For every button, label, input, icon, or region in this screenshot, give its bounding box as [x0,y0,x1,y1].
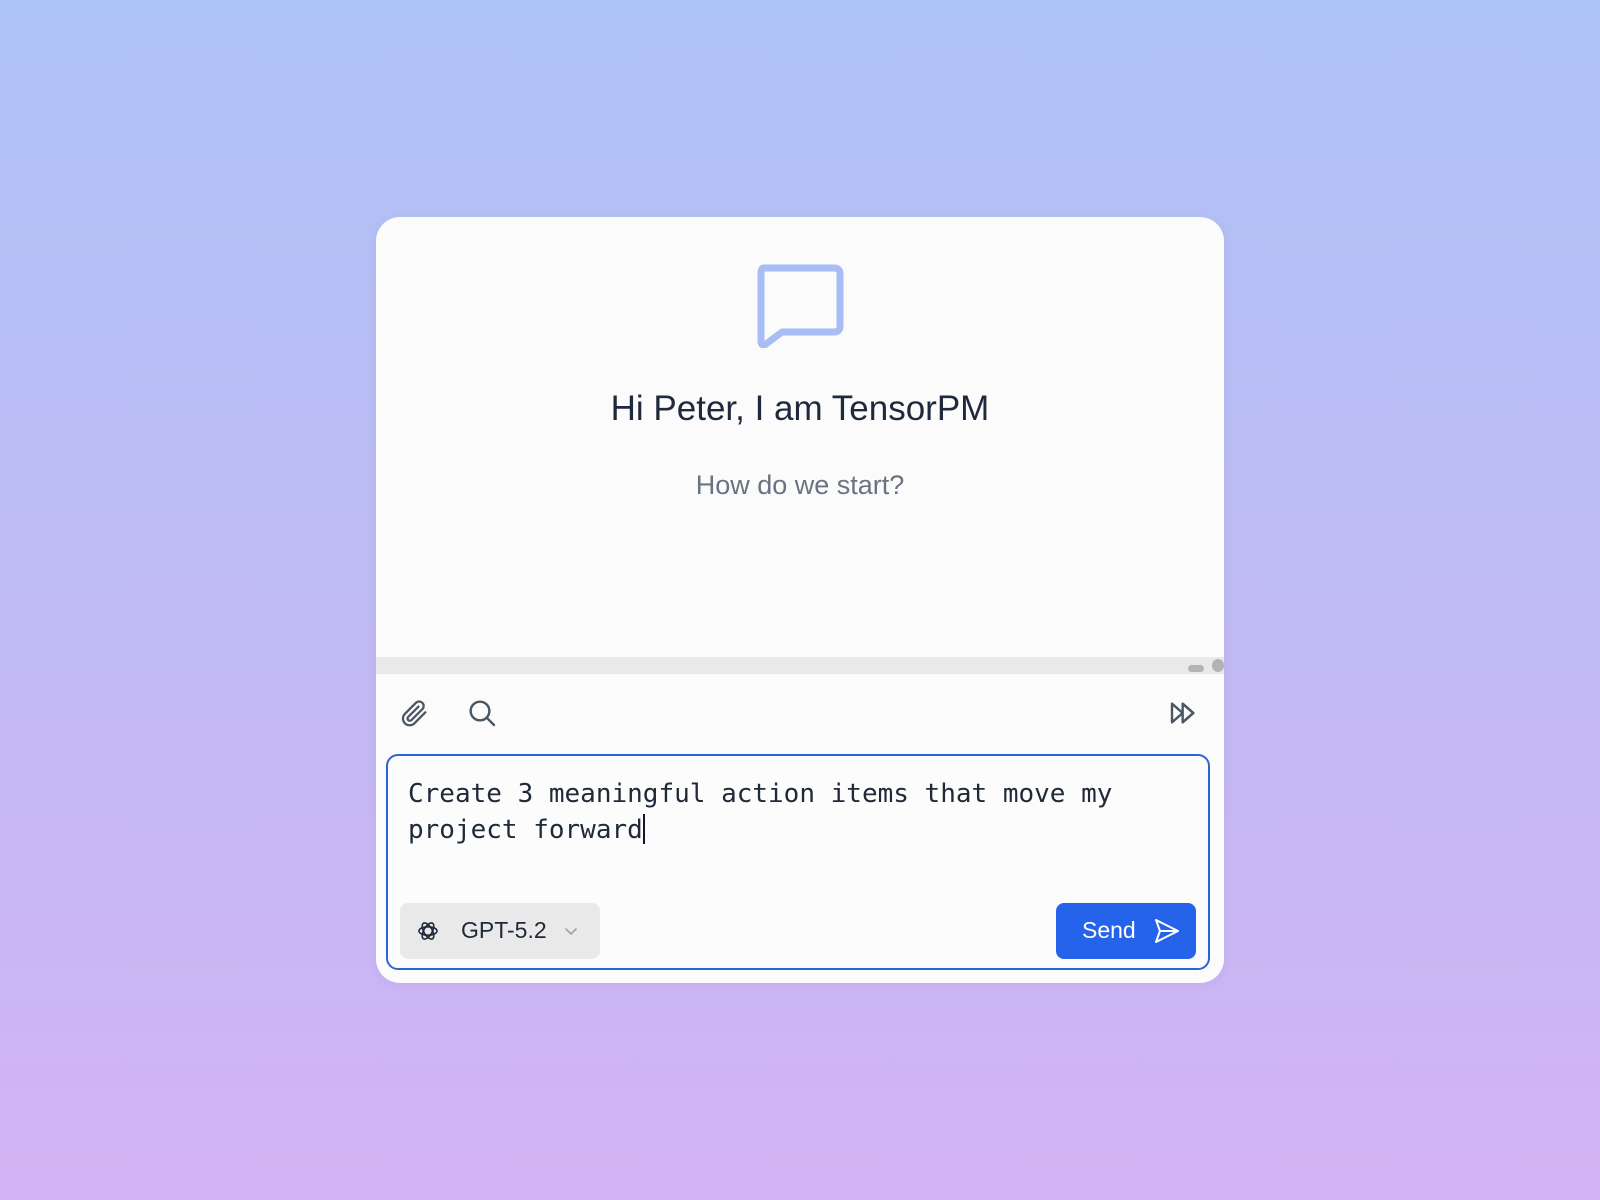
welcome-panel: Hi Peter, I am TensorPM How do we start? [376,217,1224,657]
chat-bubble-icon [757,264,844,348]
send-button-label: Send [1082,917,1136,943]
scrollbar-thumb[interactable] [1188,665,1204,672]
greeting-title: Hi Peter, I am TensorPM [610,389,990,428]
greeting-subtitle: How do we start? [695,470,905,500]
skip-forward-icon[interactable] [1168,697,1200,729]
send-arrow-icon [1155,919,1179,943]
model-selector[interactable]: GPT-5.2 [400,903,600,959]
message-input[interactable]: Create 3 meaningful action items that mo… [408,776,1168,848]
scrollbar-handle[interactable] [1212,659,1224,672]
horizontal-scrollbar[interactable] [376,657,1224,674]
chevron-down-icon [565,928,577,935]
send-button[interactable]: Send [1056,903,1196,959]
search-icon[interactable] [466,697,498,729]
message-input-value: Create 3 meaningful action items that mo… [408,779,1129,845]
model-selected-label: GPT-5.2 [461,917,547,943]
message-composer[interactable]: Create 3 meaningful action items that mo… [386,754,1210,970]
chat-card: Hi Peter, I am TensorPM How do we start?… [376,217,1224,983]
openai-logo-icon [418,922,438,940]
paperclip-icon[interactable] [398,697,430,729]
text-caret [642,814,645,844]
